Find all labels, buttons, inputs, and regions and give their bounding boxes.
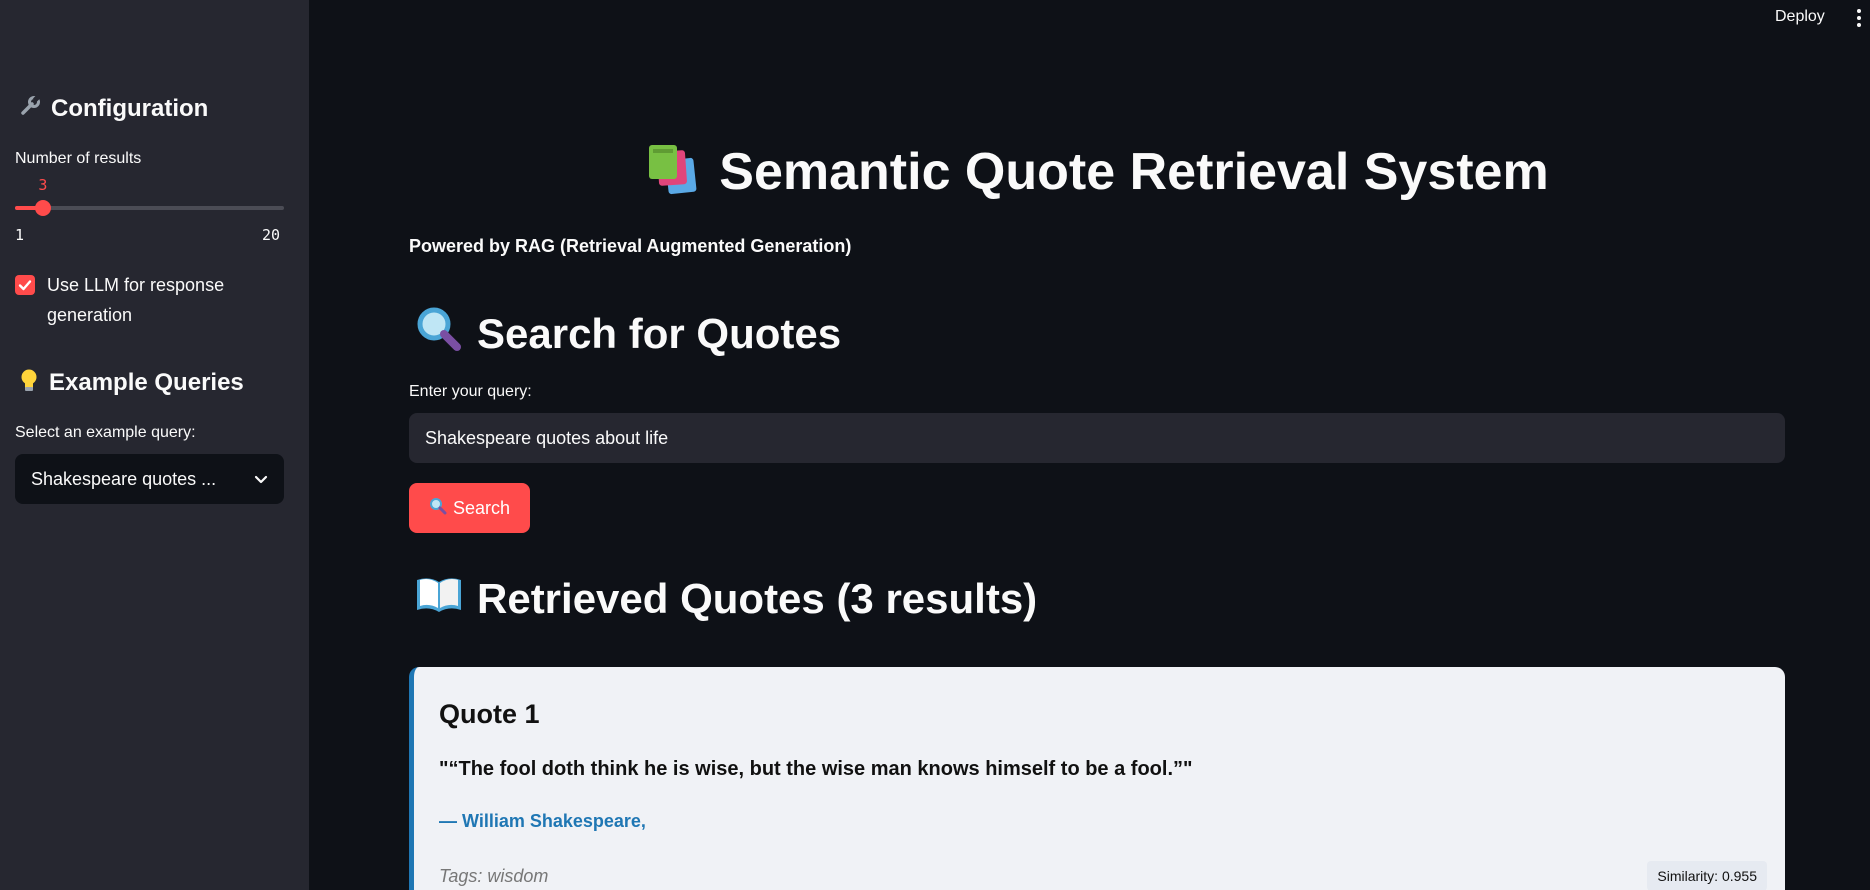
query-input[interactable]	[409, 413, 1785, 463]
results-heading-text: Retrieved Quotes (3 results)	[477, 575, 1038, 622]
number-of-results-slider[interactable]	[15, 206, 284, 210]
slider-current-value: 3	[38, 176, 48, 194]
similarity-badge: Similarity: 0.955	[1647, 861, 1767, 890]
use-llm-checkbox[interactable]	[15, 275, 35, 295]
books-icon	[645, 143, 701, 208]
search-heading: Search for Quotes	[415, 305, 841, 363]
quote-text: "“The fool doth think he is wise, but th…	[439, 758, 1193, 780]
page-title-text: Semantic Quote Retrieval System	[719, 143, 1549, 201]
quote-card: Quote 1 "“The fool doth think he is wise…	[409, 667, 1785, 890]
example-queries-heading-text: Example Queries	[49, 369, 244, 396]
slider-thumb[interactable]	[35, 200, 52, 216]
app-root: Configuration Number of results 3 1 20 U…	[0, 0, 1870, 890]
page-title: Semantic Quote Retrieval System	[409, 142, 1785, 208]
query-label: Enter your query:	[409, 383, 532, 400]
number-of-results-label: Number of results	[15, 150, 142, 167]
quote-author: — William Shakespeare,	[439, 811, 646, 831]
use-llm-label[interactable]: Use LLM for response generation	[47, 270, 267, 330]
search-button-label: Search	[452, 497, 511, 518]
quote-tags: Tags: wisdom	[439, 866, 549, 886]
magnifier-icon	[429, 497, 447, 520]
sidebar: Configuration Number of results 3 1 20 U…	[0, 0, 309, 890]
page-subtitle: Powered by RAG (Retrieval Augmented Gene…	[409, 236, 852, 256]
configuration-heading-text: Configuration	[51, 95, 209, 122]
deploy-button[interactable]: Deploy	[1775, 8, 1825, 26]
main-menu-icon[interactable]	[1857, 9, 1861, 27]
checkmark-icon	[18, 280, 32, 291]
example-queries-heading: Example Queries	[19, 368, 244, 398]
example-query-select-value: Shakespeare quotes ...	[31, 468, 217, 489]
open-book-icon	[415, 574, 463, 624]
search-heading-text: Search for Quotes	[477, 310, 842, 357]
quote-card-title: Quote 1	[439, 699, 540, 729]
results-heading: Retrieved Quotes (3 results)	[415, 574, 1037, 624]
magnifier-icon	[415, 305, 463, 363]
configuration-heading: Configuration	[19, 94, 209, 123]
chevron-down-icon	[254, 469, 268, 490]
slider-min-label: 1	[15, 226, 25, 244]
lightbulb-icon	[19, 368, 39, 398]
wrench-icon	[19, 94, 41, 123]
example-query-select-label: Select an example query:	[15, 424, 196, 441]
search-button[interactable]: Search	[409, 483, 530, 533]
slider-max-label: 20	[262, 226, 281, 244]
example-query-select[interactable]: Shakespeare quotes ...	[15, 454, 284, 504]
